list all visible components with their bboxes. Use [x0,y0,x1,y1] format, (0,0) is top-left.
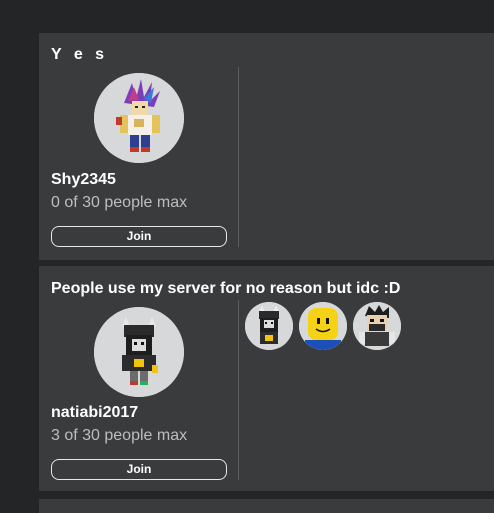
avatar-figure-icon [94,307,184,397]
player-avatar-1-icon [245,302,293,350]
player-avatar-2-icon [299,302,347,350]
join-button[interactable]: Join [51,459,227,480]
server-card: People use my server for no reason but i… [39,266,494,491]
owner-name[interactable]: Shy2345 [51,171,116,189]
server-capacity: 3 of 30 people max [51,427,188,444]
server-list-page: Y e s Shy2345 0 of 30 people max Join Pe… [0,0,494,513]
left-gutter [0,0,39,513]
server-name: People use my server for no reason but i… [51,280,401,297]
server-card: Y e s Shy2345 0 of 30 people max Join [39,33,494,260]
owner-name[interactable]: natiabi2017 [51,404,138,422]
server-capacity: 0 of 30 people max [51,194,188,211]
divider [238,67,239,247]
server-name: Y e s [51,46,109,63]
player-list [245,302,401,350]
player-avatar[interactable] [353,302,401,350]
server-card [39,499,494,513]
divider [238,300,239,480]
avatar-figure-icon [94,73,184,163]
player-avatar-3-icon [353,302,401,350]
join-button[interactable]: Join [51,226,227,247]
owner-avatar[interactable] [94,307,184,397]
player-avatar[interactable] [245,302,293,350]
player-avatar[interactable] [299,302,347,350]
owner-avatar[interactable] [94,73,184,163]
